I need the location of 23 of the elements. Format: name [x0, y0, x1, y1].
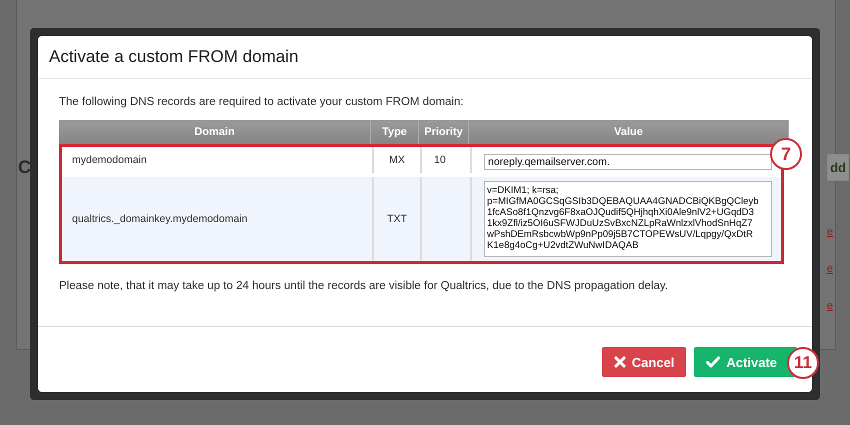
note-text: Please note, that it may take up to 24 hours until the records are visible for Qualtrics, due to the DNS propagation delay. — [59, 280, 669, 292]
table-cell: qualtrics._domainkey.mydemodomain — [72, 213, 248, 225]
add-button[interactable]: dd — [827, 154, 849, 181]
callout-number: 11 — [787, 347, 819, 379]
page-heading: C — [18, 157, 31, 178]
close-icon — [614, 356, 626, 368]
check-icon — [706, 356, 720, 368]
table-cell: MX — [389, 154, 405, 166]
dialog-title: Activate a custom FROM domain — [38, 36, 812, 79]
column-header: Priority — [419, 120, 469, 144]
cancel-button[interactable]: Cancel — [602, 347, 686, 377]
value-textarea[interactable]: v=DKIM1; k=rsa; p=MIGfMA0GCSqGSIb3DQEBAQUAA4GNADCBiQKBgQCleyb 1fcASo8f1Qnzvg6F8xaOJQudif5QHjhqhXi0Ale9nlV2+UGqdD3 1kx9Zfl/iz5OI6uSFWJDuUzSvBxcNZLpRaWnlzxlVhodSnHqZ7 wPshDEmRsbcwbWp9nPp09j5B7CTOPEWsUV/Lqpgy/QxDtR K1e8g4oCg+U2vdtZWuNwIDAQAB — [484, 181, 772, 257]
table-cell: 10 — [434, 154, 446, 166]
value-field[interactable]: noreply.qemailserver.com. — [484, 154, 772, 170]
column-header: Domain — [59, 120, 371, 144]
column-header: Type — [371, 120, 419, 144]
table-cell: mydemodomain — [72, 154, 147, 166]
row-link[interactable]: e — [826, 263, 833, 275]
row-link[interactable]: e — [826, 300, 833, 312]
table-cell: TXT — [387, 213, 407, 225]
intro-text: The following DNS records are required to activate your custom FROM domain: — [59, 96, 465, 108]
callout-number: 7 — [770, 138, 802, 170]
row-link[interactable]: e — [826, 226, 833, 238]
